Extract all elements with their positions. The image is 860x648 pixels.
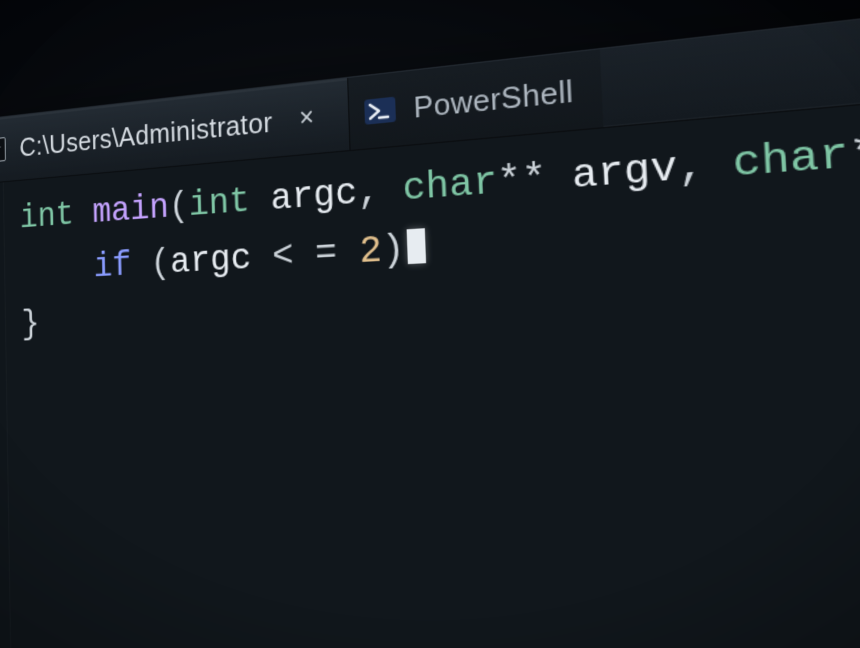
line-number: 5 — [0, 405, 7, 458]
powershell-icon — [364, 97, 396, 125]
cmd-icon — [0, 137, 6, 163]
terminal-window: C:\Users\Administrator × PowerShell 1 2 … — [0, 0, 860, 648]
tab-cmd-label: C:\Users\Administrator — [19, 105, 273, 163]
tab-powershell-label: PowerShell — [413, 72, 574, 125]
stage: C:\Users\Administrator × PowerShell 1 2 … — [0, 0, 860, 648]
code-line: } — [21, 305, 40, 345]
tab-close-button[interactable]: × — [288, 97, 325, 138]
text-cursor — [406, 228, 425, 264]
line-number: 4 — [0, 352, 6, 405]
code-line: if (argc < = 2) — [20, 227, 426, 291]
